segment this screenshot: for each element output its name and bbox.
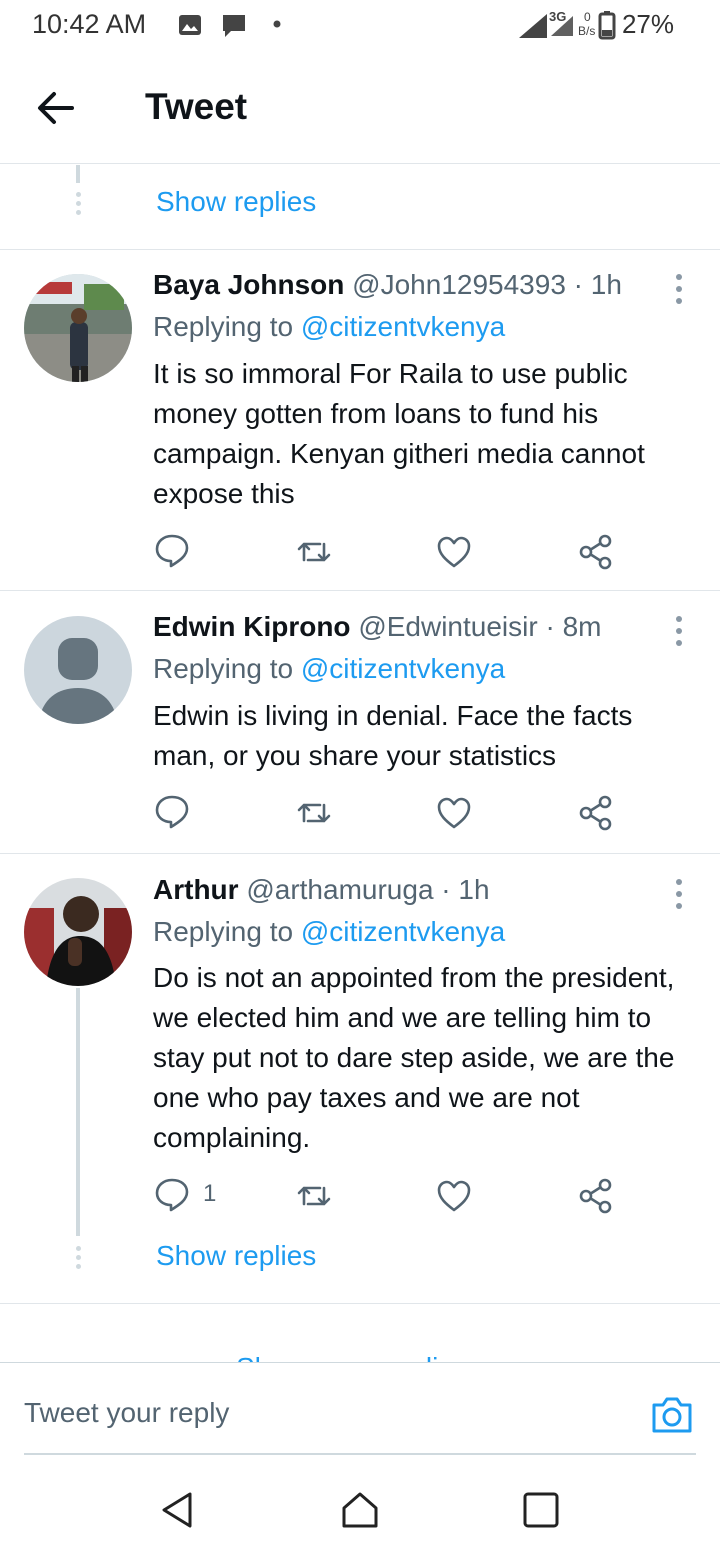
reply-count: 1	[203, 1180, 217, 1207]
more-options-icon[interactable]	[672, 616, 686, 652]
like-icon[interactable]	[436, 795, 472, 831]
replying-prefix: Replying to	[153, 916, 294, 947]
share-icon[interactable]	[578, 795, 614, 831]
mention-link[interactable]: @citizentvkenya	[301, 653, 505, 684]
replying-prefix: Replying to	[153, 311, 294, 342]
author-name[interactable]: Arthur	[153, 874, 239, 905]
system-nav-bar	[0, 1458, 720, 1560]
tweet-header: Arthur @arthamuruga · 1h	[153, 874, 490, 906]
mention-link[interactable]: @citizentvkenya	[301, 311, 505, 342]
status-bar: 10:42 AM 3G 0 B/s 27%	[0, 0, 720, 52]
separator-dot: ·	[545, 611, 555, 642]
reply-input[interactable]: Tweet your reply	[24, 1397, 229, 1429]
image-notification-icon	[179, 15, 201, 35]
separator-dot: ·	[573, 269, 583, 300]
more-notifications-dot-icon	[273, 20, 281, 28]
thread-line	[76, 165, 80, 183]
tweet-text: Do is not an appointed from the presiden…	[153, 962, 675, 1153]
author-name[interactable]: Edwin Kiprono	[153, 611, 351, 642]
avatar[interactable]	[24, 274, 132, 382]
signal-2-icon	[551, 16, 573, 36]
reply-composer: Tweet your reply	[0, 1362, 720, 1458]
author-handle[interactable]: @Edwintueisir	[358, 611, 537, 642]
divider	[0, 1303, 720, 1304]
status-time: 10:42 AM	[32, 9, 147, 39]
network-speed-unit: B/s	[578, 24, 596, 38]
reply-icon[interactable]	[154, 793, 190, 829]
tweet-time: 1h	[458, 874, 490, 905]
tweet-header: Baya Johnson @John12954393 · 1h	[153, 269, 622, 301]
retweet-icon[interactable]	[296, 795, 332, 831]
author-handle[interactable]: @John12954393	[352, 269, 566, 300]
tweet-header: Edwin Kiprono @Edwintueisir · 8m	[153, 611, 601, 643]
replying-prefix: Replying to	[153, 653, 294, 684]
reply-icon[interactable]	[154, 1176, 190, 1212]
more-options-icon[interactable]	[672, 879, 686, 915]
network-speed: 0	[584, 10, 591, 24]
arrow-left-icon[interactable]	[30, 82, 82, 134]
camera-icon[interactable]	[650, 1393, 694, 1437]
replying-to: Replying to @citizentvkenya	[153, 311, 505, 343]
author-handle[interactable]: @arthamuruga	[246, 874, 433, 905]
thread-dots	[72, 1246, 84, 1273]
show-more-replies-link[interactable]: Show more replies	[236, 1342, 468, 1362]
signal-icon	[519, 14, 547, 38]
thread-line	[76, 988, 80, 1236]
show-replies-link[interactable]: Show replies	[156, 1240, 316, 1272]
default-avatar-icon[interactable]	[24, 616, 132, 724]
tweet-item[interactable]: Edwin Kiprono @Edwintueisir · 8m Replyin…	[0, 591, 720, 853]
avatar[interactable]	[24, 878, 132, 986]
nav-home-icon[interactable]	[340, 1490, 380, 1530]
retweet-icon[interactable]	[296, 1178, 332, 1214]
more-options-icon[interactable]	[672, 274, 686, 310]
tweet-text: Edwin is living in denial. Face the fact…	[153, 700, 633, 771]
retweet-icon[interactable]	[296, 534, 332, 570]
share-icon[interactable]	[578, 534, 614, 570]
mention-link[interactable]: @citizentvkenya	[301, 916, 505, 947]
show-replies-link[interactable]: Show replies	[156, 186, 316, 218]
battery-percent: 27%	[621, 9, 674, 39]
battery-icon	[598, 11, 616, 40]
message-notification-icon	[223, 15, 245, 37]
author-name[interactable]: Baya Johnson	[153, 269, 344, 300]
like-icon[interactable]	[436, 1178, 472, 1214]
page-title: Tweet	[145, 86, 248, 127]
reply-input-underline	[24, 1453, 696, 1455]
tweet-text: It is so immoral For Raila to use public…	[153, 358, 645, 509]
nav-recents-icon[interactable]	[521, 1490, 561, 1530]
reply-icon[interactable]	[154, 532, 190, 568]
share-icon[interactable]	[578, 1178, 614, 1214]
replying-to: Replying to @citizentvkenya	[153, 653, 505, 685]
like-icon[interactable]	[436, 534, 472, 570]
tweet-time: 8m	[562, 611, 602, 642]
thread-dots	[72, 192, 84, 219]
tweet-item[interactable]: Arthur @arthamuruga · 1h Replying to @ci…	[0, 854, 720, 1302]
tweet-item[interactable]: Baya Johnson @John12954393 · 1h Replying…	[0, 250, 720, 590]
top-app-bar: Tweet	[0, 52, 720, 164]
tweet-time: 1h	[590, 269, 622, 300]
separator-dot: ·	[441, 874, 451, 905]
replying-to: Replying to @citizentvkenya	[153, 916, 505, 948]
nav-back-icon[interactable]	[158, 1490, 198, 1530]
